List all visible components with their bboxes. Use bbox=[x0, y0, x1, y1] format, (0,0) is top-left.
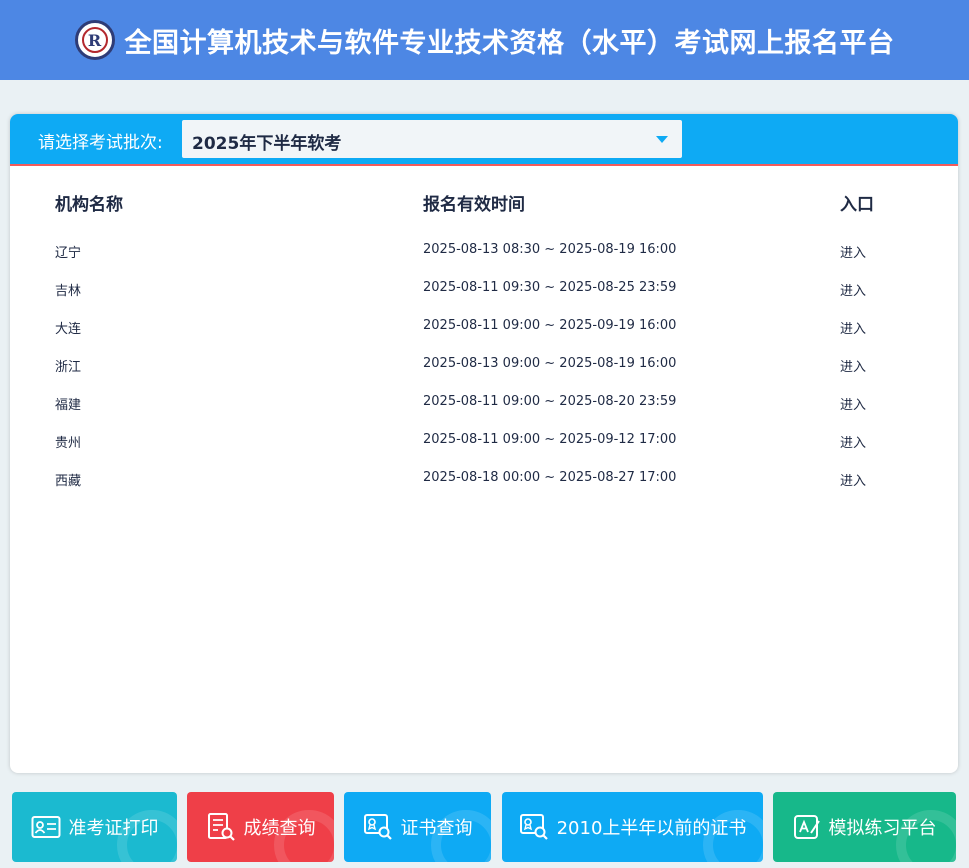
footer-actions: 准考证打印 成绩查询 证书查询 2010上半年以前的证书 模拟练习平台 bbox=[0, 792, 969, 868]
id-card-icon bbox=[31, 815, 61, 839]
registration-time: 2025-08-18 00:00 ~ 2025-08-27 17:00 bbox=[423, 470, 677, 485]
practice-edit-icon bbox=[793, 813, 821, 841]
table-row: 贵州 2025-08-11 09:00 ~ 2025-09-12 17:00 进… bbox=[10, 432, 958, 470]
site-title: 全国计算机技术与软件专业技术资格（水平）考试网上报名平台 bbox=[124, 27, 895, 59]
table-row: 吉林 2025-08-11 09:30 ~ 2025-08-25 23:59 进… bbox=[10, 280, 958, 318]
column-header-entry: 入口 bbox=[840, 195, 874, 215]
table-row: 福建 2025-08-11 09:00 ~ 2025-08-20 23:59 进… bbox=[10, 394, 958, 432]
org-name: 浙江 bbox=[55, 360, 82, 375]
enter-link[interactable]: 进入 bbox=[840, 242, 866, 261]
batch-select[interactable]: 2025年下半年软考 bbox=[182, 120, 682, 158]
old-certificate-search-icon bbox=[519, 813, 549, 841]
registration-time: 2025-08-11 09:00 ~ 2025-09-19 16:00 bbox=[423, 318, 677, 333]
org-name: 吉林 bbox=[55, 284, 82, 299]
registration-time: 2025-08-11 09:30 ~ 2025-08-25 23:59 bbox=[423, 280, 677, 295]
registration-time: 2025-08-13 09:00 ~ 2025-08-19 16:00 bbox=[423, 356, 677, 371]
org-name: 辽宁 bbox=[55, 246, 82, 261]
table-row: 浙江 2025-08-13 09:00 ~ 2025-08-19 16:00 进… bbox=[10, 356, 958, 394]
batch-selected-value: 2025年下半年软考 bbox=[192, 134, 342, 154]
table-row: 辽宁 2025-08-13 08:30 ~ 2025-08-19 16:00 进… bbox=[10, 242, 958, 280]
enter-link[interactable]: 进入 bbox=[840, 280, 866, 299]
site-logo: R bbox=[74, 20, 115, 60]
registration-time: 2025-08-13 08:30 ~ 2025-08-19 16:00 bbox=[423, 242, 677, 257]
table-row: 大连 2025-08-11 09:00 ~ 2025-09-19 16:00 进… bbox=[10, 318, 958, 356]
old-certificate-query-button[interactable]: 2010上半年以前的证书 bbox=[502, 792, 763, 862]
enter-link[interactable]: 进入 bbox=[840, 470, 866, 489]
enter-link[interactable]: 进入 bbox=[840, 394, 866, 413]
certificate-search-icon bbox=[363, 813, 393, 841]
registration-time: 2025-08-11 09:00 ~ 2025-09-12 17:00 bbox=[423, 432, 677, 447]
registration-card: 请选择考试批次: 2025年下半年软考 机构名称 报名有效时间 入口 辽宁 20… bbox=[10, 114, 958, 773]
logo-letter: R bbox=[87, 30, 102, 50]
practice-platform-button[interactable]: 模拟练习平台 bbox=[773, 792, 956, 862]
site-header: R 全国计算机技术与软件专业技术资格（水平）考试网上报名平台 bbox=[0, 0, 969, 80]
enter-link[interactable]: 进入 bbox=[840, 318, 866, 337]
score-search-icon bbox=[206, 812, 236, 842]
batch-bar: 请选择考试批次: 2025年下半年软考 bbox=[10, 114, 958, 166]
batch-label: 请选择考试批次: bbox=[38, 133, 163, 153]
chevron-down-icon bbox=[656, 136, 668, 143]
org-name: 西藏 bbox=[55, 474, 82, 489]
registration-time: 2025-08-11 09:00 ~ 2025-08-20 23:59 bbox=[423, 394, 677, 409]
score-query-button[interactable]: 成绩查询 bbox=[187, 792, 334, 862]
org-name: 福建 bbox=[55, 398, 82, 413]
certificate-query-button[interactable]: 证书查询 bbox=[344, 792, 491, 862]
org-name: 贵州 bbox=[55, 436, 82, 451]
table-row: 西藏 2025-08-18 00:00 ~ 2025-08-27 17:00 进… bbox=[10, 470, 958, 508]
column-header-time: 报名有效时间 bbox=[423, 195, 525, 215]
enter-link[interactable]: 进入 bbox=[840, 432, 866, 451]
admission-ticket-print-button[interactable]: 准考证打印 bbox=[12, 792, 177, 862]
org-name: 大连 bbox=[55, 322, 82, 337]
column-header-org: 机构名称 bbox=[55, 195, 123, 215]
enter-link[interactable]: 进入 bbox=[840, 356, 866, 375]
